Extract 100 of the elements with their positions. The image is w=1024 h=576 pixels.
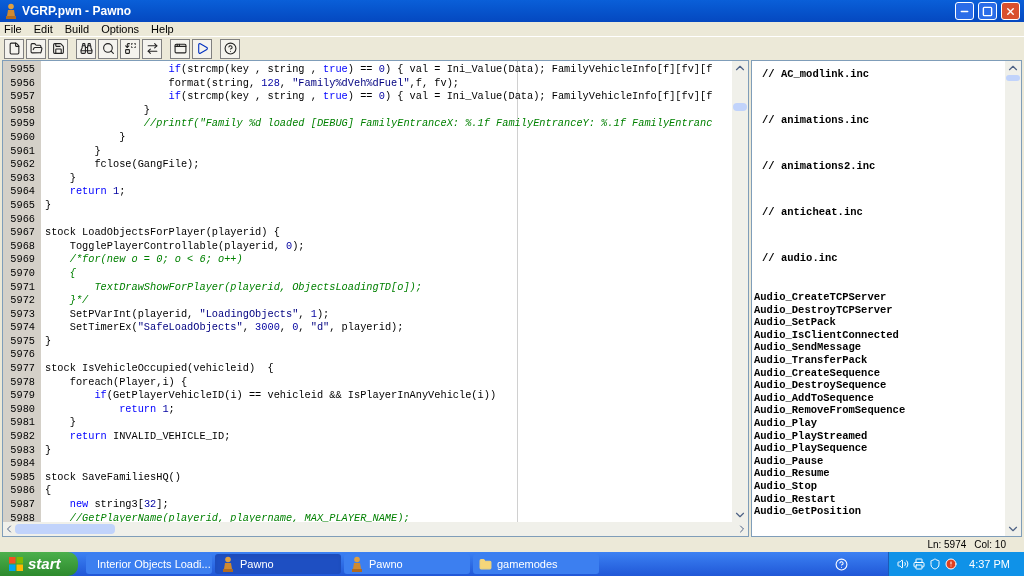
function-item[interactable]: Audio_IsClientConnected [754,328,1005,342]
code-line: stock SaveFamiliesHQ() [44,470,181,485]
line-number: 5960 [9,130,36,145]
code-line: return INVALID_VEHICLE_ID; [68,430,231,444]
line-number: 5970 [9,266,36,281]
code-line: format(string, 128, "Family%dVeh%dFuel",f, fv); [167,76,460,91]
function-item[interactable]: Audio_AddToSequence [754,391,1005,405]
line-number: 5988 [9,511,36,522]
line-number: 5963 [9,171,36,186]
windows-logo-icon [8,556,24,572]
folder-icon [479,557,492,571]
speaker-icon[interactable] [897,558,910,570]
code-line: } [142,103,151,118]
search-button[interactable] [98,38,118,59]
scroll-thumb[interactable] [15,524,115,534]
menu-item[interactable]: File [4,20,22,38]
function-item[interactable]: Audio_PlayStreamed [754,429,1005,443]
code-line: } [93,144,101,159]
window-icon [173,42,187,55]
menu-item[interactable]: Build [64,20,90,38]
scroll-thumb[interactable] [733,103,747,111]
function-item[interactable]: Audio_Play [754,416,1005,430]
function-item[interactable]: Audio_Stop [754,479,1005,493]
shield-icon[interactable] [929,558,942,570]
line-number: 5961 [9,144,36,159]
line-number: 5982 [9,430,36,444]
play-icon [195,42,209,55]
function-item[interactable]: Audio_SetPack [754,316,1005,329]
function-item[interactable]: Audio_SendMessage [754,341,1005,354]
replace-button[interactable] [120,38,140,59]
new-file-icon [7,42,21,55]
vertical-scrollbar[interactable] [1005,61,1021,536]
function-item[interactable]: Audio_TransferPack [754,353,1005,367]
close-button[interactable] [1001,2,1020,20]
line-number: 5957 [9,90,36,104]
swap-icon [145,42,159,55]
taskbar-button[interactable]: Pawno [344,554,470,574]
line-number: 5969 [9,253,36,267]
save-button[interactable] [48,38,68,59]
menu-item[interactable]: Edit [33,20,53,38]
new-file-button[interactable] [4,38,24,59]
line-number: 5964 [9,185,36,199]
code-line: { [68,266,76,281]
function-item[interactable]: Audio_Pause [754,454,1005,468]
help-button[interactable] [220,38,240,59]
function-item[interactable]: Audio_CreateTCPServer [754,291,1005,304]
include-header: // AC_modlink.inc [762,68,870,81]
include-header: // audio.inc [762,252,838,265]
line-position: Ln: 5974 [927,538,967,552]
function-item[interactable]: Audio_RemoveFromSequence [754,404,1005,417]
line-number: 5968 [9,239,36,254]
horizontal-scrollbar[interactable] [3,522,748,536]
code-line: } [118,130,126,145]
taskbar-button[interactable]: Pawno [215,554,341,574]
printer-icon[interactable] [913,558,926,570]
code-line: SetTimerEx("SafeLoadObjects", 3000, 0, "d", playerid); [68,321,404,335]
line-number: 5976 [9,348,36,363]
function-item[interactable]: Audio_Resume [754,467,1005,480]
taskbar-button[interactable]: Interior Objects Loadi... [86,554,212,574]
replace-icon [123,42,137,55]
code-line: } [44,198,52,213]
scroll-thumb[interactable] [1006,75,1020,81]
taskbar-button[interactable]: gamemodes [473,554,599,574]
play-button[interactable] [192,38,212,59]
function-item[interactable]: Audio_DestroySequence [754,379,1005,392]
maximize-button[interactable] [978,2,997,20]
maximize-icon [982,5,993,17]
code-line: /*for(new o = 0; o < 6; o++) [68,253,243,267]
line-number: 5985 [9,470,36,485]
function-item[interactable]: Audio_PlaySequence [754,442,1005,455]
code-line: } [68,171,76,186]
menu-item[interactable]: Options [101,20,140,38]
line-number: 5965 [9,198,36,213]
binoculars-button[interactable] [76,38,96,59]
code-line: if(GetPlayerVehicleID(i) == vehicleid && IsPlayerInAnyVehicle(i)) [93,389,497,403]
minimize-button[interactable] [955,2,974,20]
include-header: // anticheat.inc [762,206,863,219]
open-folder-button[interactable] [26,38,46,59]
line-number: 5983 [9,443,36,458]
code-line: TogglePlayerControllable(playerid, 0); [68,239,305,254]
code-line: SetPVarInt(playerid, "LoadingObjects", 1); [68,307,330,322]
vertical-scrollbar[interactable] [732,61,748,522]
function-item[interactable]: Audio_Restart [754,492,1005,506]
function-item[interactable]: Audio_DestroyTCPServer [754,303,1005,317]
alert-icon[interactable] [945,558,958,570]
code-line: //printf("Family %d loaded [DEBUG] FamilyEntranceX: %.1f FamilyEntranceY: %.1f FamilyEntranc [142,117,713,131]
help-icon[interactable] [835,557,849,571]
code-line: stock IsVehicleOccupied(vehicleid) { [44,362,274,376]
line-number: 5981 [9,416,36,431]
function-item[interactable]: Audio_CreateSequence [754,366,1005,380]
window-button[interactable] [170,38,190,59]
line-number: 5955 [9,63,36,77]
menu-item[interactable]: Help [151,20,174,38]
swap-button[interactable] [142,38,162,59]
function-item[interactable]: Audio_GetPosition [754,505,1005,518]
column-position: Col: 10 [974,538,1006,552]
save-icon [51,42,65,55]
line-number: 5958 [9,103,36,118]
help-icon [223,42,237,55]
close-icon [1005,5,1016,17]
